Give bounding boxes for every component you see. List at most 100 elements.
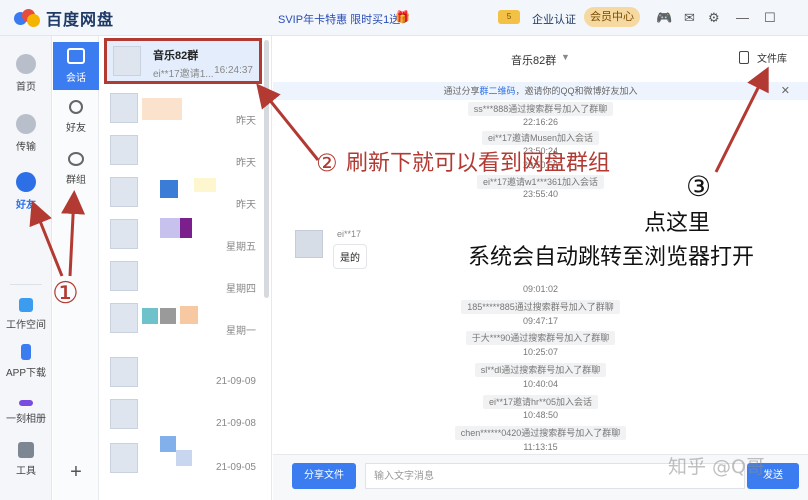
conversation-item[interactable]: 星期五	[104, 214, 262, 256]
group-avatar	[110, 443, 138, 473]
main-nav-rail: 首页 传输 好友 工作空间 APP下载 一刻相册 工具	[0, 36, 52, 500]
system-message-text: chen******0420通过搜索群号加入了群聊	[454, 426, 627, 441]
conversation-item[interactable]: 昨天	[104, 172, 262, 214]
subnav-friends-label: 好友	[66, 123, 86, 134]
system-message-text: ss***888通过搜索群号加入了群聊	[467, 102, 614, 116]
nav-tools[interactable]: 工具	[0, 442, 52, 477]
conversation-item[interactable]: 21-09-09	[104, 352, 262, 394]
mail-icon[interactable]: ✉	[684, 10, 695, 26]
conversation-item[interactable]: 昨天	[104, 88, 262, 130]
system-message: ei**17邀请hr**05加入会话	[273, 394, 808, 409]
notice-suffix: ，邀请你的QQ和微博好友加入	[515, 86, 638, 96]
app-name: 百度网盘	[46, 11, 115, 29]
chat-icon	[67, 48, 85, 64]
coin-badge[interactable]: 5	[498, 10, 520, 24]
nav-photo-album-label: 一刻相册	[6, 414, 46, 425]
settings-icon[interactable]: ⚙	[708, 10, 720, 26]
system-timestamp: 22:16:26	[273, 117, 808, 127]
system-timestamp: 09:01:02	[273, 284, 808, 294]
nav-transfer-label: 传输	[16, 142, 36, 153]
group-avatar	[110, 357, 138, 387]
redacted-block	[160, 436, 176, 452]
file-library-button[interactable]: 文件库	[739, 50, 787, 65]
nav-friends[interactable]: 好友	[0, 172, 52, 211]
nav-transfer[interactable]: 传输	[0, 114, 52, 153]
album-icon	[19, 400, 33, 406]
nav-app-download[interactable]: APP下载	[0, 344, 52, 379]
timestamp-text: 22:16:26	[522, 116, 559, 127]
watermark: 知乎 @Q哥	[668, 456, 765, 478]
annotation-step-3-line1: 点这里	[644, 211, 711, 236]
baidu-cloud-logo-icon	[14, 8, 40, 27]
system-timestamp: 10:25:07	[273, 347, 808, 357]
group-avatar	[110, 219, 138, 249]
group-avatar	[110, 303, 138, 333]
group-avatar	[110, 135, 138, 165]
group-avatar	[110, 261, 138, 291]
friends-subnav: 会话 好友 群组 +	[53, 36, 99, 500]
subnav-sessions-label: 会话	[66, 73, 86, 84]
system-message-text: 185*****885通过搜索群号加入了群聊	[461, 299, 620, 314]
redacted-block	[160, 180, 178, 198]
system-message: 185*****885通过搜索群号加入了群聊	[273, 299, 808, 314]
enterprise-cert-link[interactable]: 企业认证	[532, 11, 576, 27]
conversation-time: 21-09-09	[215, 376, 256, 387]
nav-home[interactable]: 首页	[0, 54, 52, 93]
timestamp-text: 10:25:07	[522, 347, 559, 358]
annotation-step-2-text: 刷新下就可以看到网盘群组	[346, 151, 611, 176]
conversation-time: 星期四	[226, 284, 256, 295]
conversation-item[interactable]: 21-09-05	[104, 436, 262, 480]
qr-code-link[interactable]: 群二维码	[479, 86, 515, 96]
nav-friends-label: 好友	[16, 200, 36, 211]
system-message: ss***888通过搜索群号加入了群聊	[273, 102, 808, 116]
system-message-text: ei**17邀请hr**05加入会话	[482, 394, 599, 409]
redacted-block	[142, 308, 158, 324]
system-message-text: 于大***90通过搜索群号加入了群聊	[465, 331, 616, 346]
game-icon[interactable]: 🎮	[656, 10, 672, 26]
invite-notice-bar: 通过分享群二维码，邀请你的QQ和微博好友加入 ✕	[273, 82, 808, 100]
conversation-list: 音乐82群 ei**17邀请1... 16:24:37 昨天 昨天 昨天 星期五…	[100, 36, 272, 500]
share-file-button[interactable]: 分享文件	[292, 463, 356, 489]
nav-tools-label: 工具	[16, 466, 36, 477]
conversation-time: 21-09-08	[215, 418, 256, 429]
system-message: ei**17邀请Musen加入会话	[273, 131, 808, 145]
conversation-item[interactable]: 昨天	[104, 130, 262, 172]
system-timestamp: 11:13:15	[273, 442, 808, 452]
close-icon[interactable]: ✕	[781, 82, 790, 100]
annotation-step-3: ③	[686, 170, 712, 203]
vip-center-button[interactable]: 会员中心	[584, 7, 640, 27]
conversation-scrollbar[interactable]	[264, 40, 269, 298]
group-avatar	[110, 177, 138, 207]
svip-promo-link[interactable]: SVIP年卡特惠 限时买1送4	[278, 11, 406, 27]
subnav-friends[interactable]: 好友	[53, 94, 99, 142]
group-avatar	[113, 46, 141, 76]
friends-icon	[16, 172, 36, 192]
gift-icon[interactable]: 🎁	[395, 10, 410, 24]
app-logo: 百度网盘	[0, 6, 200, 30]
nav-workspace[interactable]: 工作空间	[0, 298, 52, 331]
conversation-time: 21-09-05	[215, 462, 256, 473]
minimize-icon[interactable]: —	[736, 10, 749, 25]
conversation-item[interactable]: 星期四	[104, 256, 262, 298]
maximize-icon[interactable]: ☐	[764, 10, 776, 26]
timestamp-text: 09:47:17	[522, 315, 559, 326]
subnav-groups[interactable]: 群组	[53, 146, 99, 194]
conversation-time: 星期一	[226, 326, 256, 337]
chevron-down-icon[interactable]: ▼	[561, 52, 570, 62]
nav-photo-album[interactable]: 一刻相册	[0, 392, 52, 425]
redacted-block	[160, 308, 176, 324]
chat-title[interactable]: 音乐82群	[511, 52, 556, 68]
cloud-icon	[16, 54, 36, 74]
subnav-sessions[interactable]: 会话	[53, 42, 99, 90]
conversation-item-selected[interactable]: 音乐82群 ei**17邀请1... 16:24:37	[104, 38, 262, 84]
nav-workspace-label: 工作空间	[6, 320, 46, 331]
user-avatar[interactable]	[295, 230, 323, 258]
add-button[interactable]: +	[53, 461, 99, 484]
conversation-item[interactable]: 星期一	[104, 298, 262, 340]
message-bubble[interactable]: 是的	[333, 244, 367, 269]
person-icon	[69, 100, 83, 114]
conversation-item[interactable]: 21-09-08	[104, 394, 262, 436]
system-message-text: sl**dl通过搜索群号加入了群聊	[474, 363, 607, 377]
annotation-step-2: ②	[316, 149, 338, 177]
annotation-step-3-line2: 系统会自动跳转至浏览器打开	[468, 245, 755, 270]
